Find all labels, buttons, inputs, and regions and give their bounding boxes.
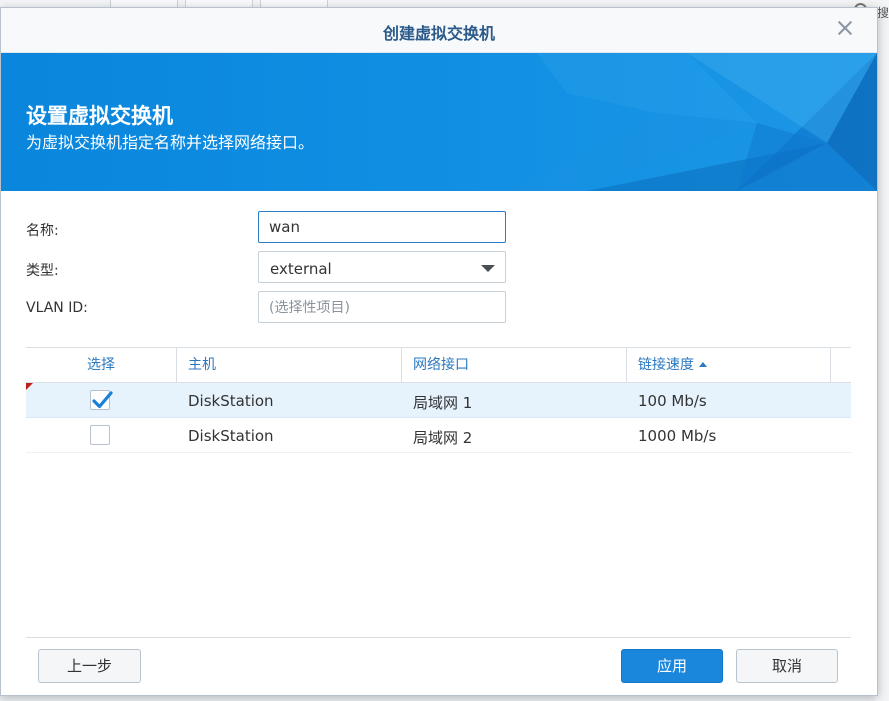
grid-header: 选择 主机 网络接口 链接速度 bbox=[26, 347, 851, 383]
type-select[interactable]: external bbox=[258, 251, 506, 283]
row-host: DiskStation bbox=[188, 392, 274, 410]
type-label: 类型: bbox=[26, 263, 59, 279]
wizard-banner: 设置虚拟交换机 为虚拟交换机指定名称并选择网络接口。 bbox=[1, 53, 877, 191]
checkmark-icon bbox=[92, 391, 113, 409]
create-virtual-switch-dialog: 创建虚拟交换机 设置虚拟交换机 为虚拟交换机指定名称并选择网络接口。 名称: 类… bbox=[0, 7, 878, 696]
column-interface[interactable]: 网络接口 bbox=[402, 348, 627, 382]
row-checkbox[interactable] bbox=[90, 425, 110, 445]
vlan-field[interactable] bbox=[258, 291, 506, 323]
column-select[interactable]: 选择 bbox=[26, 348, 177, 382]
banner-subtitle: 为虚拟交换机指定名称并选择网络接口。 bbox=[26, 133, 315, 152]
table-row[interactable]: DiskStation 局域网 1 100 Mb/s bbox=[26, 383, 851, 418]
column-speed: 链接速度 bbox=[638, 357, 694, 373]
chevron-down-icon[interactable] bbox=[481, 265, 495, 272]
column-speed-header[interactable]: 链接速度 bbox=[627, 348, 831, 382]
vlan-label: VLAN ID: bbox=[26, 300, 88, 316]
row-interface: 局域网 2 bbox=[413, 429, 473, 447]
name-field[interactable] bbox=[258, 211, 506, 243]
dialog-titlebar: 创建虚拟交换机 bbox=[1, 8, 877, 53]
name-label: 名称: bbox=[26, 223, 59, 239]
back-button[interactable]: 上一步 bbox=[38, 649, 141, 683]
apply-button[interactable]: 应用 bbox=[621, 649, 723, 683]
banner-decoration bbox=[507, 53, 877, 191]
row-checkbox[interactable] bbox=[90, 390, 113, 410]
interface-grid: 选择 主机 网络接口 链接速度 DiskStation 局域网 1 100 Mb… bbox=[26, 347, 851, 638]
cancel-button[interactable]: 取消 bbox=[736, 649, 838, 683]
column-host[interactable]: 主机 bbox=[177, 348, 402, 382]
vlan-id-input[interactable] bbox=[259, 292, 499, 322]
row-speed: 1000 Mb/s bbox=[638, 427, 717, 445]
row-speed: 100 Mb/s bbox=[638, 392, 707, 410]
row-marker bbox=[26, 383, 33, 390]
type-select-value: external bbox=[270, 260, 332, 278]
dialog-title: 创建虚拟交换机 bbox=[382, 24, 495, 43]
row-interface: 局域网 1 bbox=[413, 394, 473, 412]
name-input[interactable] bbox=[259, 212, 499, 242]
close-icon[interactable] bbox=[835, 18, 855, 38]
background-search-label: 搜 bbox=[876, 6, 889, 20]
sort-ascending-icon bbox=[699, 362, 707, 367]
banner-title: 设置虚拟交换机 bbox=[26, 104, 173, 128]
row-host: DiskStation bbox=[188, 427, 274, 445]
table-row[interactable]: DiskStation 局域网 2 1000 Mb/s bbox=[26, 418, 851, 453]
